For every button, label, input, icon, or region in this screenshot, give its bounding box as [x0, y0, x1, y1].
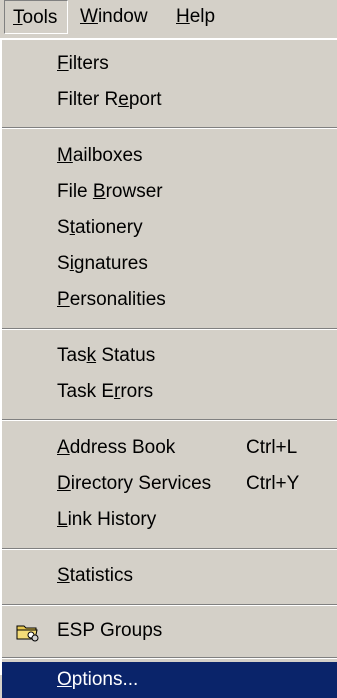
window-rest: indow — [97, 6, 148, 27]
menu-item-options[interactable]: Options... — [2, 662, 337, 698]
window-accel: W — [80, 6, 98, 27]
menu-item-filter-report[interactable]: Filter Report — [2, 82, 337, 118]
stationery-label: Stationery — [57, 217, 143, 238]
menu-item-task-status[interactable]: Task Status — [2, 338, 337, 374]
menu-item-file-browser[interactable]: File Browser — [2, 174, 337, 210]
separator — [2, 657, 337, 659]
task-errors-label: Task Errors — [57, 381, 154, 402]
tools-rest: ools — [22, 7, 58, 28]
filters-label: Filters — [57, 53, 109, 74]
directory-services-shortcut: Ctrl+Y — [246, 473, 300, 494]
menubar-tools[interactable]: Tools — [4, 0, 68, 34]
address-book-label: Address Book — [57, 437, 176, 458]
help-rest: elp — [189, 6, 216, 27]
separator — [2, 127, 337, 129]
tools-accel: T — [13, 7, 23, 28]
separator — [2, 328, 337, 330]
menu-item-esp-groups[interactable]: ESP Groups — [2, 613, 337, 649]
options-label: Options... — [57, 669, 139, 690]
filter-report-label: Filter Report — [57, 89, 162, 110]
menu-item-mailboxes[interactable]: Mailboxes — [2, 138, 337, 174]
menu-item-personalities[interactable]: Personalities — [2, 282, 337, 318]
menu-item-filters[interactable]: Filters — [2, 46, 337, 82]
address-book-shortcut: Ctrl+L — [246, 437, 298, 458]
tools-dropdown-menu: Filters Filter Report Mailboxes File Bro… — [0, 38, 337, 698]
menubar-help[interactable]: Help — [168, 0, 223, 34]
menu-item-signatures[interactable]: Signatures — [2, 246, 337, 282]
separator — [2, 548, 337, 550]
link-history-label: Link History — [57, 509, 157, 530]
task-status-label: Task Status — [57, 345, 156, 366]
menu-item-directory-services[interactable]: Directory Services Ctrl+Y — [2, 466, 337, 502]
directory-services-label: Directory Services — [57, 473, 212, 494]
menu-item-address-book[interactable]: Address Book Ctrl+L — [2, 430, 337, 466]
separator — [2, 419, 337, 421]
separator — [2, 604, 337, 606]
mailboxes-label: Mailboxes — [57, 145, 143, 166]
folder-group-icon — [16, 625, 39, 642]
help-accel: H — [176, 6, 190, 27]
esp-groups-label: ESP Groups — [57, 620, 163, 641]
menu-item-stationery[interactable]: Stationery — [2, 210, 337, 246]
file-browser-label: File Browser — [57, 181, 163, 202]
menu-item-statistics[interactable]: Statistics — [2, 558, 337, 594]
menu-item-link-history[interactable]: Link History — [2, 502, 337, 538]
personalities-label: Personalities — [57, 289, 166, 310]
statistics-label: Statistics — [57, 565, 134, 586]
menu-item-task-errors[interactable]: Task Errors — [2, 374, 337, 410]
signatures-label: Signatures — [57, 253, 148, 274]
menu-bar: Tools Window Help — [0, 0, 337, 34]
menubar-window[interactable]: Window — [72, 0, 156, 34]
